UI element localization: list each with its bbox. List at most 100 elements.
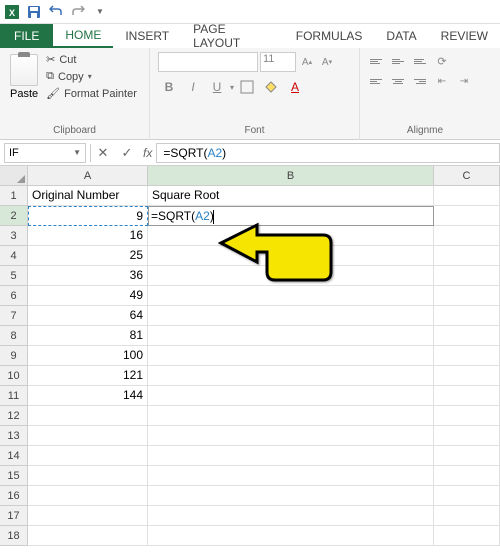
cell[interactable]	[434, 386, 500, 406]
row-header[interactable]: 14	[0, 446, 28, 466]
align-middle-button[interactable]	[388, 52, 408, 70]
cell[interactable]	[434, 506, 500, 526]
qat-dropdown-icon[interactable]: ▼	[92, 4, 108, 20]
formula-input[interactable]: =SQRT(A2)	[156, 143, 500, 163]
column-header-A[interactable]: A	[28, 166, 148, 185]
cell[interactable]: 64	[28, 306, 148, 326]
row-header[interactable]: 13	[0, 426, 28, 446]
row-header[interactable]: 12	[0, 406, 28, 426]
underline-button[interactable]: U	[206, 76, 228, 98]
font-name-select[interactable]	[158, 52, 258, 72]
cell[interactable]	[148, 486, 434, 506]
cell[interactable]	[434, 286, 500, 306]
cell[interactable]	[148, 526, 434, 546]
data-tab[interactable]: DATA	[374, 24, 428, 48]
review-tab[interactable]: REVIEW	[429, 24, 500, 48]
cell[interactable]: 9	[28, 206, 148, 226]
cell[interactable]	[28, 486, 148, 506]
formulas-tab[interactable]: FORMULAS	[284, 24, 375, 48]
cell[interactable]	[148, 406, 434, 426]
insert-tab[interactable]: INSERT	[113, 24, 181, 48]
cell[interactable]	[148, 326, 434, 346]
cell[interactable]: 121	[28, 366, 148, 386]
cell[interactable]	[28, 426, 148, 446]
orientation-button[interactable]: ⟳	[432, 52, 452, 70]
cell[interactable]: 16	[28, 226, 148, 246]
cell[interactable]	[148, 286, 434, 306]
cell[interactable]	[148, 386, 434, 406]
cell[interactable]	[148, 246, 434, 266]
border-button[interactable]	[236, 76, 258, 98]
cell[interactable]	[434, 266, 500, 286]
row-header[interactable]: 1	[0, 186, 28, 206]
cell[interactable]	[148, 466, 434, 486]
cell[interactable]	[148, 346, 434, 366]
cell[interactable]	[28, 506, 148, 526]
row-header[interactable]: 4	[0, 246, 28, 266]
cell[interactable]: 49	[28, 286, 148, 306]
active-cell[interactable]: =SQRT(A2)	[148, 206, 434, 226]
cut-button[interactable]: ✂Cut	[44, 52, 139, 67]
cell[interactable]	[148, 226, 434, 246]
cell[interactable]: 144	[28, 386, 148, 406]
increase-indent-button[interactable]: ⇥	[454, 72, 474, 90]
row-header[interactable]: 18	[0, 526, 28, 546]
redo-icon[interactable]	[70, 4, 86, 20]
cell[interactable]	[434, 306, 500, 326]
cell[interactable]	[148, 506, 434, 526]
decrease-indent-button[interactable]: ⇤	[432, 72, 452, 90]
row-header[interactable]: 9	[0, 346, 28, 366]
row-header[interactable]: 16	[0, 486, 28, 506]
format-painter-button[interactable]: 🖌Format Painter	[44, 86, 139, 101]
cell[interactable]	[148, 306, 434, 326]
font-size-select[interactable]: 11	[260, 52, 296, 72]
cell[interactable]	[434, 466, 500, 486]
cell[interactable]	[28, 466, 148, 486]
select-all-corner[interactable]	[0, 166, 28, 185]
cell[interactable]	[434, 246, 500, 266]
page-layout-tab[interactable]: PAGE LAYOUT	[181, 24, 284, 48]
cell[interactable]	[148, 266, 434, 286]
align-right-button[interactable]	[410, 72, 430, 90]
cell[interactable]: Square Root	[148, 186, 434, 206]
cell[interactable]	[434, 346, 500, 366]
decrease-font-button[interactable]: A▾	[318, 52, 336, 72]
paste-button[interactable]: Paste	[8, 52, 40, 102]
cell[interactable]	[434, 206, 500, 226]
row-header[interactable]: 7	[0, 306, 28, 326]
undo-icon[interactable]	[48, 4, 64, 20]
cell[interactable]: 100	[28, 346, 148, 366]
cell[interactable]	[28, 446, 148, 466]
cell[interactable]	[28, 406, 148, 426]
row-header[interactable]: 15	[0, 466, 28, 486]
cell[interactable]	[434, 486, 500, 506]
cell[interactable]: 36	[28, 266, 148, 286]
font-color-button[interactable]: A	[284, 76, 306, 98]
cell[interactable]	[434, 226, 500, 246]
row-header[interactable]: 17	[0, 506, 28, 526]
cell[interactable]	[434, 366, 500, 386]
align-left-button[interactable]	[366, 72, 386, 90]
enter-formula-button[interactable]: ✓	[115, 141, 139, 165]
cell[interactable]	[148, 426, 434, 446]
row-header[interactable]: 10	[0, 366, 28, 386]
cell[interactable]	[434, 186, 500, 206]
cell[interactable]	[434, 426, 500, 446]
row-header[interactable]: 8	[0, 326, 28, 346]
align-top-button[interactable]	[366, 52, 386, 70]
row-header[interactable]: 3	[0, 226, 28, 246]
cell[interactable]: 25	[28, 246, 148, 266]
column-header-C[interactable]: C	[434, 166, 500, 185]
cell[interactable]	[434, 526, 500, 546]
row-header[interactable]: 2	[0, 206, 28, 226]
cell[interactable]	[434, 446, 500, 466]
cell[interactable]	[434, 406, 500, 426]
align-bottom-button[interactable]	[410, 52, 430, 70]
fill-color-button[interactable]	[260, 76, 282, 98]
cancel-formula-button[interactable]: ✕	[91, 141, 115, 165]
column-header-B[interactable]: B	[148, 166, 434, 185]
fx-button[interactable]: fx	[139, 146, 156, 160]
cell[interactable]: 81	[28, 326, 148, 346]
cell[interactable]: Original Number	[28, 186, 148, 206]
italic-button[interactable]: I	[182, 76, 204, 98]
